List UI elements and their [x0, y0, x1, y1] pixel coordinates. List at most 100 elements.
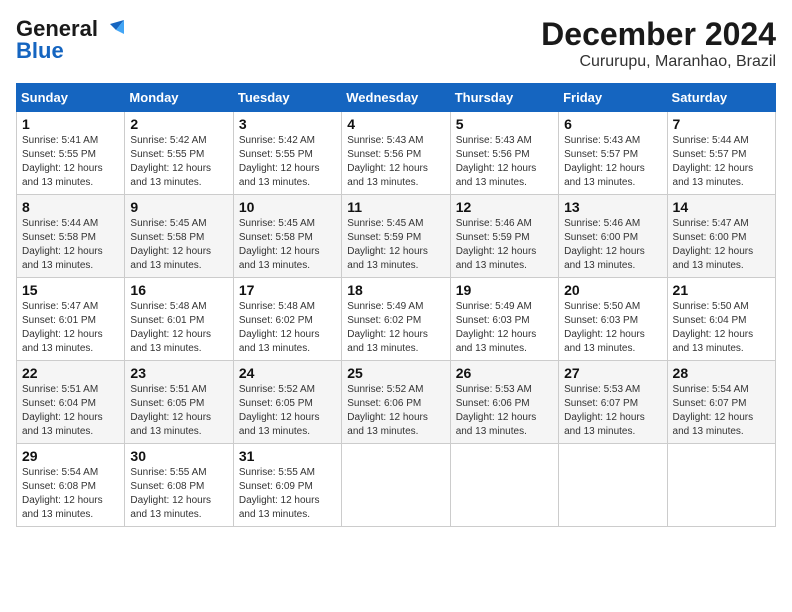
col-header-friday: Friday	[559, 84, 667, 112]
day-number: 14	[673, 199, 770, 215]
calendar-cell: 22 Sunrise: 5:51 AMSunset: 6:04 PMDaylig…	[17, 361, 125, 444]
day-number: 16	[130, 282, 227, 298]
location-title: Cururupu, Maranhao, Brazil	[541, 53, 776, 71]
day-number: 12	[456, 199, 553, 215]
day-number: 25	[347, 365, 444, 381]
day-number: 29	[22, 448, 119, 464]
day-number: 8	[22, 199, 119, 215]
day-info: Sunrise: 5:52 AMSunset: 6:05 PMDaylight:…	[239, 384, 320, 437]
calendar-cell: 31 Sunrise: 5:55 AMSunset: 6:09 PMDaylig…	[233, 444, 341, 527]
calendar-cell: 17 Sunrise: 5:48 AMSunset: 6:02 PMDaylig…	[233, 278, 341, 361]
calendar-cell: 18 Sunrise: 5:49 AMSunset: 6:02 PMDaylig…	[342, 278, 450, 361]
calendar-cell: 8 Sunrise: 5:44 AMSunset: 5:58 PMDayligh…	[17, 195, 125, 278]
day-number: 17	[239, 282, 336, 298]
logo-text-blue: Blue	[16, 38, 64, 64]
day-info: Sunrise: 5:42 AMSunset: 5:55 PMDaylight:…	[239, 135, 320, 188]
calendar-cell: 12 Sunrise: 5:46 AMSunset: 5:59 PMDaylig…	[450, 195, 558, 278]
day-number: 26	[456, 365, 553, 381]
calendar-week-row: 29 Sunrise: 5:54 AMSunset: 6:08 PMDaylig…	[17, 444, 776, 527]
day-number: 9	[130, 199, 227, 215]
calendar-week-row: 1 Sunrise: 5:41 AMSunset: 5:55 PMDayligh…	[17, 112, 776, 195]
day-info: Sunrise: 5:51 AMSunset: 6:05 PMDaylight:…	[130, 384, 211, 437]
calendar-cell: 5 Sunrise: 5:43 AMSunset: 5:56 PMDayligh…	[450, 112, 558, 195]
day-info: Sunrise: 5:44 AMSunset: 5:58 PMDaylight:…	[22, 218, 103, 271]
calendar-cell: 20 Sunrise: 5:50 AMSunset: 6:03 PMDaylig…	[559, 278, 667, 361]
day-info: Sunrise: 5:55 AMSunset: 6:09 PMDaylight:…	[239, 467, 320, 520]
day-number: 21	[673, 282, 770, 298]
day-info: Sunrise: 5:47 AMSunset: 6:01 PMDaylight:…	[22, 301, 103, 354]
day-number: 10	[239, 199, 336, 215]
calendar-cell: 3 Sunrise: 5:42 AMSunset: 5:55 PMDayligh…	[233, 112, 341, 195]
day-number: 2	[130, 116, 227, 132]
day-info: Sunrise: 5:45 AMSunset: 5:58 PMDaylight:…	[239, 218, 320, 271]
calendar-cell	[667, 444, 775, 527]
day-info: Sunrise: 5:42 AMSunset: 5:55 PMDaylight:…	[130, 135, 211, 188]
calendar-cell: 9 Sunrise: 5:45 AMSunset: 5:58 PMDayligh…	[125, 195, 233, 278]
calendar-cell: 4 Sunrise: 5:43 AMSunset: 5:56 PMDayligh…	[342, 112, 450, 195]
day-info: Sunrise: 5:51 AMSunset: 6:04 PMDaylight:…	[22, 384, 103, 437]
day-info: Sunrise: 5:50 AMSunset: 6:04 PMDaylight:…	[673, 301, 754, 354]
col-header-wednesday: Wednesday	[342, 84, 450, 112]
calendar-cell: 1 Sunrise: 5:41 AMSunset: 5:55 PMDayligh…	[17, 112, 125, 195]
day-info: Sunrise: 5:46 AMSunset: 5:59 PMDaylight:…	[456, 218, 537, 271]
calendar-week-row: 22 Sunrise: 5:51 AMSunset: 6:04 PMDaylig…	[17, 361, 776, 444]
calendar-table: SundayMondayTuesdayWednesdayThursdayFrid…	[16, 83, 776, 527]
day-info: Sunrise: 5:49 AMSunset: 6:03 PMDaylight:…	[456, 301, 537, 354]
col-header-thursday: Thursday	[450, 84, 558, 112]
day-info: Sunrise: 5:49 AMSunset: 6:02 PMDaylight:…	[347, 301, 428, 354]
calendar-cell: 30 Sunrise: 5:55 AMSunset: 6:08 PMDaylig…	[125, 444, 233, 527]
day-number: 18	[347, 282, 444, 298]
calendar-cell: 28 Sunrise: 5:54 AMSunset: 6:07 PMDaylig…	[667, 361, 775, 444]
day-number: 6	[564, 116, 661, 132]
calendar-cell	[559, 444, 667, 527]
month-title: December 2024	[541, 16, 776, 53]
day-number: 4	[347, 116, 444, 132]
day-info: Sunrise: 5:46 AMSunset: 6:00 PMDaylight:…	[564, 218, 645, 271]
day-number: 23	[130, 365, 227, 381]
calendar-cell	[450, 444, 558, 527]
col-header-sunday: Sunday	[17, 84, 125, 112]
day-info: Sunrise: 5:48 AMSunset: 6:02 PMDaylight:…	[239, 301, 320, 354]
col-header-saturday: Saturday	[667, 84, 775, 112]
page-header: General Blue December 2024 Cururupu, Mar…	[16, 16, 776, 71]
calendar-week-row: 8 Sunrise: 5:44 AMSunset: 5:58 PMDayligh…	[17, 195, 776, 278]
day-number: 24	[239, 365, 336, 381]
calendar-cell: 26 Sunrise: 5:53 AMSunset: 6:06 PMDaylig…	[450, 361, 558, 444]
calendar-cell	[342, 444, 450, 527]
logo: General Blue	[16, 16, 124, 64]
day-info: Sunrise: 5:45 AMSunset: 5:58 PMDaylight:…	[130, 218, 211, 271]
calendar-cell: 15 Sunrise: 5:47 AMSunset: 6:01 PMDaylig…	[17, 278, 125, 361]
day-info: Sunrise: 5:48 AMSunset: 6:01 PMDaylight:…	[130, 301, 211, 354]
day-info: Sunrise: 5:52 AMSunset: 6:06 PMDaylight:…	[347, 384, 428, 437]
calendar-cell: 2 Sunrise: 5:42 AMSunset: 5:55 PMDayligh…	[125, 112, 233, 195]
calendar-cell: 29 Sunrise: 5:54 AMSunset: 6:08 PMDaylig…	[17, 444, 125, 527]
day-number: 15	[22, 282, 119, 298]
calendar-cell: 23 Sunrise: 5:51 AMSunset: 6:05 PMDaylig…	[125, 361, 233, 444]
day-number: 5	[456, 116, 553, 132]
day-number: 3	[239, 116, 336, 132]
day-info: Sunrise: 5:43 AMSunset: 5:57 PMDaylight:…	[564, 135, 645, 188]
calendar-week-row: 15 Sunrise: 5:47 AMSunset: 6:01 PMDaylig…	[17, 278, 776, 361]
calendar-cell: 16 Sunrise: 5:48 AMSunset: 6:01 PMDaylig…	[125, 278, 233, 361]
calendar-cell: 19 Sunrise: 5:49 AMSunset: 6:03 PMDaylig…	[450, 278, 558, 361]
day-number: 22	[22, 365, 119, 381]
calendar-cell: 11 Sunrise: 5:45 AMSunset: 5:59 PMDaylig…	[342, 195, 450, 278]
day-info: Sunrise: 5:53 AMSunset: 6:06 PMDaylight:…	[456, 384, 537, 437]
calendar-cell: 10 Sunrise: 5:45 AMSunset: 5:58 PMDaylig…	[233, 195, 341, 278]
day-number: 31	[239, 448, 336, 464]
day-number: 7	[673, 116, 770, 132]
day-number: 20	[564, 282, 661, 298]
title-block: December 2024 Cururupu, Maranhao, Brazil	[541, 16, 776, 71]
calendar-cell: 27 Sunrise: 5:53 AMSunset: 6:07 PMDaylig…	[559, 361, 667, 444]
calendar-cell: 21 Sunrise: 5:50 AMSunset: 6:04 PMDaylig…	[667, 278, 775, 361]
day-info: Sunrise: 5:41 AMSunset: 5:55 PMDaylight:…	[22, 135, 103, 188]
day-info: Sunrise: 5:55 AMSunset: 6:08 PMDaylight:…	[130, 467, 211, 520]
day-info: Sunrise: 5:54 AMSunset: 6:08 PMDaylight:…	[22, 467, 103, 520]
day-info: Sunrise: 5:45 AMSunset: 5:59 PMDaylight:…	[347, 218, 428, 271]
day-info: Sunrise: 5:43 AMSunset: 5:56 PMDaylight:…	[456, 135, 537, 188]
day-info: Sunrise: 5:53 AMSunset: 6:07 PMDaylight:…	[564, 384, 645, 437]
day-number: 19	[456, 282, 553, 298]
day-number: 13	[564, 199, 661, 215]
col-header-tuesday: Tuesday	[233, 84, 341, 112]
day-number: 11	[347, 199, 444, 215]
